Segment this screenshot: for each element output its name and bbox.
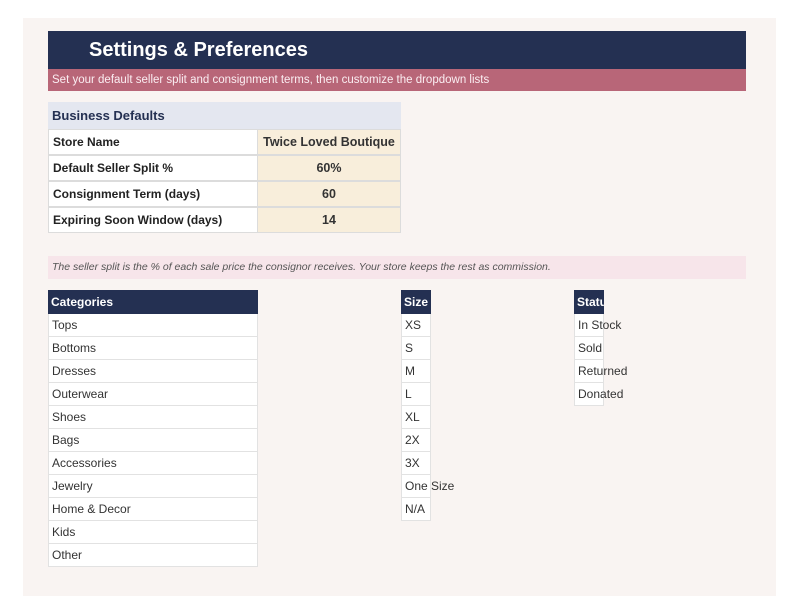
list-item-sizes[interactable]: XL: [401, 406, 431, 429]
list-item-categories[interactable]: Accessories: [48, 452, 258, 475]
list-item-label: Bags: [52, 433, 80, 447]
store-name-input[interactable]: Twice Loved Boutique: [258, 129, 401, 155]
setting-row-consignment-term: Consignment Term (days) 60: [48, 181, 401, 207]
list-item-label: Kids: [52, 525, 76, 539]
list-header-label: Status: [577, 295, 604, 309]
list-item-label: Outerwear: [52, 387, 109, 401]
list-item-sizes[interactable]: N/A: [401, 498, 431, 521]
setting-label: Consignment Term (days): [53, 187, 201, 201]
list-header-status: Status: [574, 290, 604, 314]
list-item-categories[interactable]: Dresses: [48, 360, 258, 383]
list-item-label: 2X: [405, 433, 420, 447]
list-item-label: In Stock: [578, 318, 622, 332]
list-item-label: Donated: [578, 387, 624, 401]
list-item-label: XL: [405, 410, 420, 424]
list-item-categories[interactable]: Bags: [48, 429, 258, 452]
list-item-label: L: [405, 387, 412, 401]
list-item-label: Dresses: [52, 364, 97, 378]
list-item-label: 3X: [405, 456, 420, 470]
expiring-window-input[interactable]: 14: [258, 207, 401, 233]
setting-label: Store Name: [53, 135, 120, 149]
note-text: The seller split is the % of each sale p…: [52, 261, 551, 273]
setting-row-expiring-window: Expiring Soon Window (days) 14: [48, 207, 401, 233]
list-item-categories[interactable]: Jewelry: [48, 475, 258, 498]
list-item-label: Jewelry: [52, 479, 93, 493]
list-header-categories: Categories: [48, 290, 258, 314]
list-item-label: XS: [405, 318, 422, 332]
setting-row-store-name: Store Name Twice Loved Boutique: [48, 129, 401, 155]
title-banner: Settings & Preferences: [48, 31, 746, 69]
setting-label: Default Seller Split %: [53, 161, 174, 175]
list-item-label: M: [405, 364, 415, 378]
list-item-label: N/A: [405, 502, 426, 516]
list-item-sizes[interactable]: M: [401, 360, 431, 383]
list-item-categories[interactable]: Shoes: [48, 406, 258, 429]
list-item-categories[interactable]: Home & Decor: [48, 498, 258, 521]
list-item-sizes[interactable]: 3X: [401, 452, 431, 475]
list-item-label: Tops: [52, 318, 78, 332]
list-item-categories[interactable]: Outerwear: [48, 383, 258, 406]
list-item-label: Bottoms: [52, 341, 97, 355]
list-item-categories[interactable]: Other: [48, 544, 258, 567]
list-item-label: One Size: [405, 479, 455, 493]
list-item-label: S: [405, 341, 414, 355]
list-item-sizes[interactable]: 2X: [401, 429, 431, 452]
list-item-sizes[interactable]: L: [401, 383, 431, 406]
list-item-status[interactable]: Sold: [574, 337, 604, 360]
list-item-categories[interactable]: Bottoms: [48, 337, 258, 360]
list-item-categories[interactable]: Tops: [48, 314, 258, 337]
page-title: Settings & Preferences: [89, 39, 308, 61]
list-item-status[interactable]: In Stock: [574, 314, 621, 337]
list-item-label: Sold: [578, 341, 603, 355]
list-item-status[interactable]: Returned: [574, 360, 627, 383]
list-item-label: Returned: [578, 364, 628, 378]
list-header-sizes: Size: [401, 290, 431, 314]
list-item-label: Home & Decor: [52, 502, 131, 516]
list-item-label: Other: [52, 548, 83, 562]
list-item-categories[interactable]: Kids: [48, 521, 258, 544]
setting-label-cell[interactable]: Expiring Soon Window (days): [48, 207, 258, 233]
list-header-label: Categories: [51, 295, 114, 309]
subtitle-banner: Set your default seller split and consig…: [48, 69, 746, 91]
setting-label-cell[interactable]: Default Seller Split %: [48, 155, 258, 181]
setting-row-seller-split: Default Seller Split % 60%: [48, 155, 401, 181]
consignment-term-input[interactable]: 60: [258, 181, 401, 207]
list-item-sizes[interactable]: One Size: [401, 475, 454, 498]
list-item-status[interactable]: Donated: [574, 383, 623, 406]
setting-label-cell[interactable]: Store Name: [48, 129, 258, 155]
page-subtitle: Set your default seller split and consig…: [52, 74, 490, 86]
list-item-label: Shoes: [52, 410, 87, 424]
setting-label: Expiring Soon Window (days): [53, 213, 223, 227]
business-defaults-heading: Business Defaults: [52, 108, 165, 123]
list-item-label: Accessories: [52, 456, 117, 470]
list-item-sizes[interactable]: S: [401, 337, 431, 360]
list-header-label: Size: [404, 295, 429, 309]
list-item-sizes[interactable]: XS: [401, 314, 431, 337]
seller-split-input[interactable]: 60%: [258, 155, 401, 181]
setting-label-cell[interactable]: Consignment Term (days): [48, 181, 258, 207]
commission-note: The seller split is the % of each sale p…: [48, 256, 746, 279]
business-defaults-header: Business Defaults: [48, 102, 401, 130]
